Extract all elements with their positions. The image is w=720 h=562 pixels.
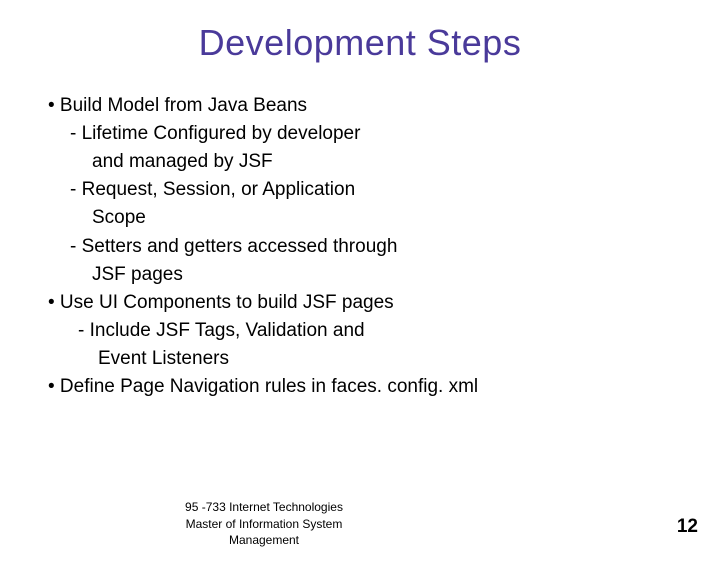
body-line: - Lifetime Configured by developer	[48, 120, 700, 148]
body-line: and managed by JSF	[48, 148, 700, 176]
body-line: - Setters and getters accessed through	[48, 233, 700, 261]
slide-body: • Build Model from Java Beans - Lifetime…	[0, 92, 720, 401]
slide-footer: 95 -733 Internet Technologies Master of …	[0, 499, 720, 548]
footer-line: Master of Information System	[134, 516, 394, 532]
body-line: Event Listeners	[48, 345, 700, 373]
body-line: • Define Page Navigation rules in faces.…	[48, 373, 700, 401]
body-line: - Include JSF Tags, Validation and	[48, 317, 700, 345]
body-line: JSF pages	[48, 261, 700, 289]
body-line: - Request, Session, or Application	[48, 176, 700, 204]
slide-title: Development Steps	[0, 22, 720, 64]
footer-line: 95 -733 Internet Technologies	[134, 499, 394, 515]
body-line: • Build Model from Java Beans	[48, 92, 700, 120]
body-line: • Use UI Components to build JSF pages	[48, 289, 700, 317]
body-line: Scope	[48, 204, 700, 232]
page-number: 12	[677, 516, 698, 538]
